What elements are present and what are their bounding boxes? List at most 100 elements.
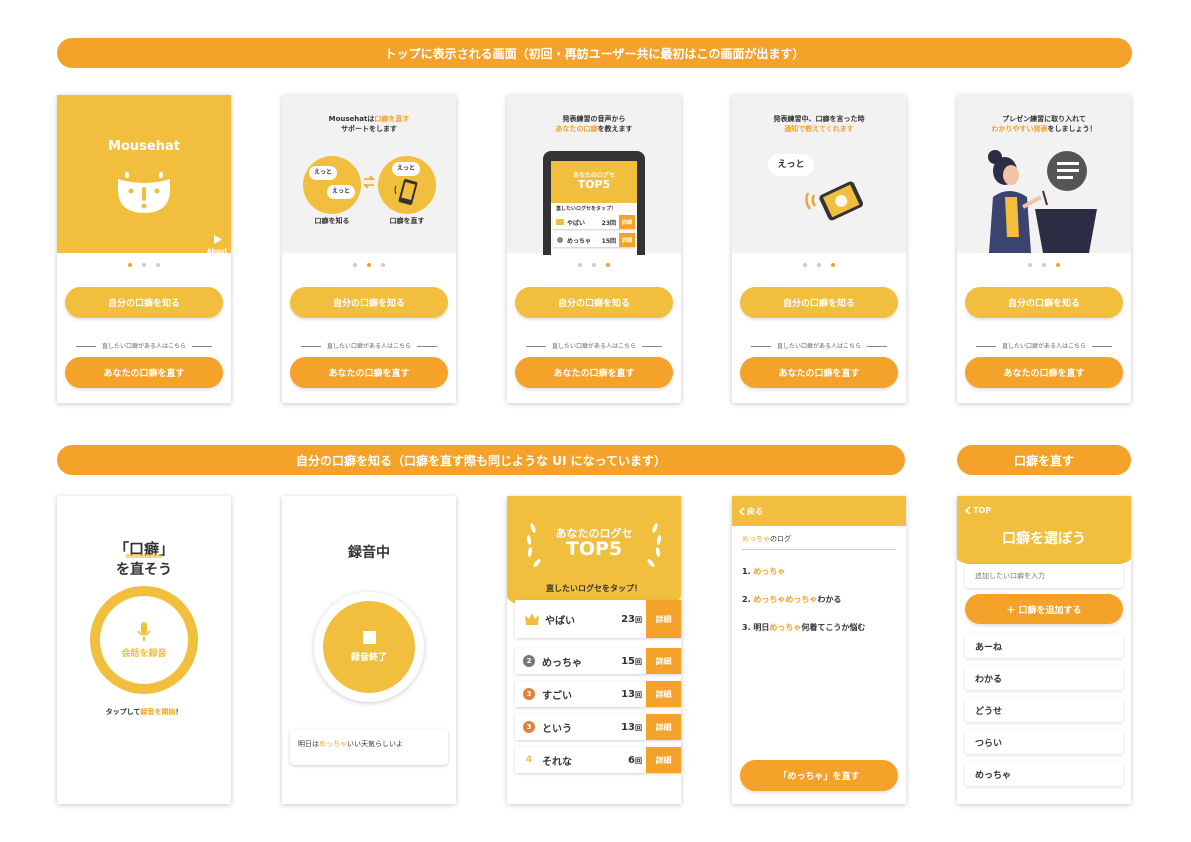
hero-caption: 発表練習中、口癖を言った時 通知で教えてくれます <box>732 114 906 134</box>
crown-icon <box>556 219 564 225</box>
fix-this-habit-button[interactable]: 「めっちゃ」を直す <box>740 760 898 791</box>
detail-button[interactable]: 詳細 <box>646 648 681 674</box>
rank-count: 23回 <box>601 219 616 227</box>
log-text: 3. 明日 <box>742 623 770 632</box>
stop-icon <box>362 631 376 644</box>
habit-item[interactable]: つらい <box>965 730 1123 754</box>
add-habit-input[interactable] <box>965 564 1123 588</box>
onboarding-screen-1: Mousehat About 自分の口癖を知る 直したい口癖がある人はこちら あ… <box>57 95 231 403</box>
fix-habit-button[interactable]: あなたの口癖を直す <box>65 357 223 388</box>
detail-button[interactable]: 詳細 <box>646 600 681 638</box>
hero-area: 発表練習の音声から あなたの口癖を教えます あなたのログセ TOP5 直したいロ… <box>507 95 681 255</box>
recording-screen: 録音中 録音終了 明日はめっちゃいい天気らしいよ <box>282 496 456 804</box>
caption-text: Mousehatは <box>328 115 375 123</box>
crown-icon <box>525 613 539 625</box>
know-habit-button[interactable]: 自分の口癖を知る <box>740 287 898 318</box>
rank-unit: 回 <box>635 657 642 666</box>
caption-highlight: 通知で教えてくれます <box>784 125 854 133</box>
caption-text: をしましょう！ <box>1047 125 1097 133</box>
ranking-title-top5: TOP5 <box>565 538 623 560</box>
log-highlight: めっちゃめっちゃ <box>753 595 818 604</box>
page-dot[interactable] <box>817 263 821 267</box>
back-button[interactable]: 戻る <box>739 506 763 517</box>
record-button-inner: 会話を録音 <box>100 596 188 684</box>
page-dot[interactable] <box>831 263 835 267</box>
fix-habit-button[interactable]: あなたの口癖を直す <box>740 357 898 388</box>
habit-item[interactable]: あーね <box>965 634 1123 658</box>
onboarding-screen-3: 発表練習の音声から あなたの口癖を教えます あなたのログセ TOP5 直したいロ… <box>507 95 681 403</box>
ranking-row-5[interactable]: 4 それな 6回 詳細 <box>515 747 681 773</box>
page-indicator <box>282 263 456 267</box>
log-header: 戻る <box>732 496 906 526</box>
divider-label: 直したい口癖がある人はこちら <box>507 341 681 350</box>
about-link[interactable]: About <box>207 229 227 255</box>
section-banner-fix: 口癖を直す <box>957 445 1131 475</box>
log-text: 2. <box>742 595 754 604</box>
title-line: を直そう <box>116 562 172 578</box>
log-text: わかる <box>817 595 842 604</box>
mouse-hat-logo-icon <box>118 172 170 213</box>
ranking-row-2[interactable]: 2 めっちゃ 15回 詳細 <box>515 648 681 674</box>
habit-item[interactable]: わかる <box>965 666 1123 690</box>
choose-habit-screen: TOP 口癖を選ぼう ＋ 口癖を追加する あーね わかる どうせ つらい めっち… <box>957 496 1131 804</box>
record-button[interactable]: 会話を録音 <box>90 586 198 694</box>
page-dot[interactable] <box>1042 263 1046 267</box>
caption-highlight: わかりやすい発表 <box>991 125 1048 133</box>
detail-button: 詳細 <box>619 233 635 247</box>
about-label: About <box>207 248 228 255</box>
page-dot[interactable] <box>1056 263 1060 267</box>
section-banner-know: 自分の口癖を知る（口癖を直す際も同じような UI になっています） <box>57 445 905 475</box>
speech-bubble: えっと <box>327 185 355 199</box>
hero-caption: プレゼン練習に取り入れて わかりやすい発表をしましょう！ <box>957 114 1131 134</box>
page-dot[interactable] <box>353 263 357 267</box>
page-dot[interactable] <box>592 263 596 267</box>
app-name: Mousehat <box>108 139 180 154</box>
know-habit-button[interactable]: 自分の口癖を知る <box>290 287 448 318</box>
page-dot[interactable] <box>606 263 610 267</box>
fix-habit-button[interactable]: あなたの口癖を直す <box>290 357 448 388</box>
chevron-left-icon <box>739 506 745 516</box>
rank-count: 6 <box>628 754 635 766</box>
page-dot[interactable] <box>128 263 132 267</box>
page-dot[interactable] <box>578 263 582 267</box>
back-top-button[interactable]: TOP <box>965 506 991 515</box>
presenter-illustration <box>988 150 1097 253</box>
detail-button[interactable]: 詳細 <box>646 681 681 707</box>
habit-item[interactable]: どうせ <box>965 698 1123 722</box>
know-habit-button[interactable]: 自分の口癖を知る <box>965 287 1123 318</box>
fix-habit-button[interactable]: あなたの口癖を直す <box>965 357 1123 388</box>
caption-text: を教えます <box>597 125 633 133</box>
page-dot[interactable] <box>367 263 371 267</box>
page-indicator <box>957 263 1131 267</box>
swap-arrows-icon <box>363 175 375 189</box>
page-dot[interactable] <box>156 263 160 267</box>
back-label: 戻る <box>747 506 763 516</box>
log-highlight: めっちゃ <box>769 623 802 632</box>
caption-text: 発表練習の音声から <box>562 115 626 123</box>
hero-area: 発表練習中、口癖を言った時 通知で教えてくれます えっと <box>732 95 906 253</box>
ranking-row-4[interactable]: 3 という 13回 詳細 <box>515 714 681 740</box>
page-dot[interactable] <box>1028 263 1032 267</box>
caption-highlight: 口癖を直す <box>374 115 410 123</box>
page-indicator <box>732 263 906 267</box>
rank-unit: 回 <box>635 723 642 732</box>
know-habit-button[interactable]: 自分の口癖を知る <box>515 287 673 318</box>
ranking-row-3[interactable]: 3 すごい 13回 詳細 <box>515 681 681 707</box>
ranking-row-1[interactable]: やばい 23回 詳細 <box>515 600 681 638</box>
fix-habit-button[interactable]: あなたの口癖を直す <box>515 357 673 388</box>
log-item-3: 3. 明日めっちゃ何着てこうか悩む <box>742 622 865 633</box>
detail-button[interactable]: 詳細 <box>646 747 681 773</box>
page-dot[interactable] <box>803 263 807 267</box>
page-dot[interactable] <box>142 263 146 267</box>
stop-button[interactable]: 録音終了 <box>314 592 424 702</box>
add-habit-button[interactable]: ＋ 口癖を追加する <box>965 594 1123 624</box>
page-dot[interactable] <box>381 263 385 267</box>
habit-item[interactable]: めっちゃ <box>965 762 1123 786</box>
hero-area: プレゼン練習に取り入れて わかりやすい発表をしましょう！ <box>957 95 1131 253</box>
notification-phone-icon <box>805 181 864 221</box>
onboarding-screen-5: プレゼン練習に取り入れて わかりやすい発表をしましょう！ 自分の口癖を知る 直し… <box>957 95 1131 403</box>
detail-button[interactable]: 詳細 <box>646 714 681 740</box>
phone-mockup: あなたのログセ TOP5 直したいログセをタップ！ やばい 23回 詳細 めっち… <box>543 151 645 255</box>
know-habit-button[interactable]: 自分の口癖を知る <box>65 287 223 318</box>
hint-text: タップして <box>105 708 141 716</box>
